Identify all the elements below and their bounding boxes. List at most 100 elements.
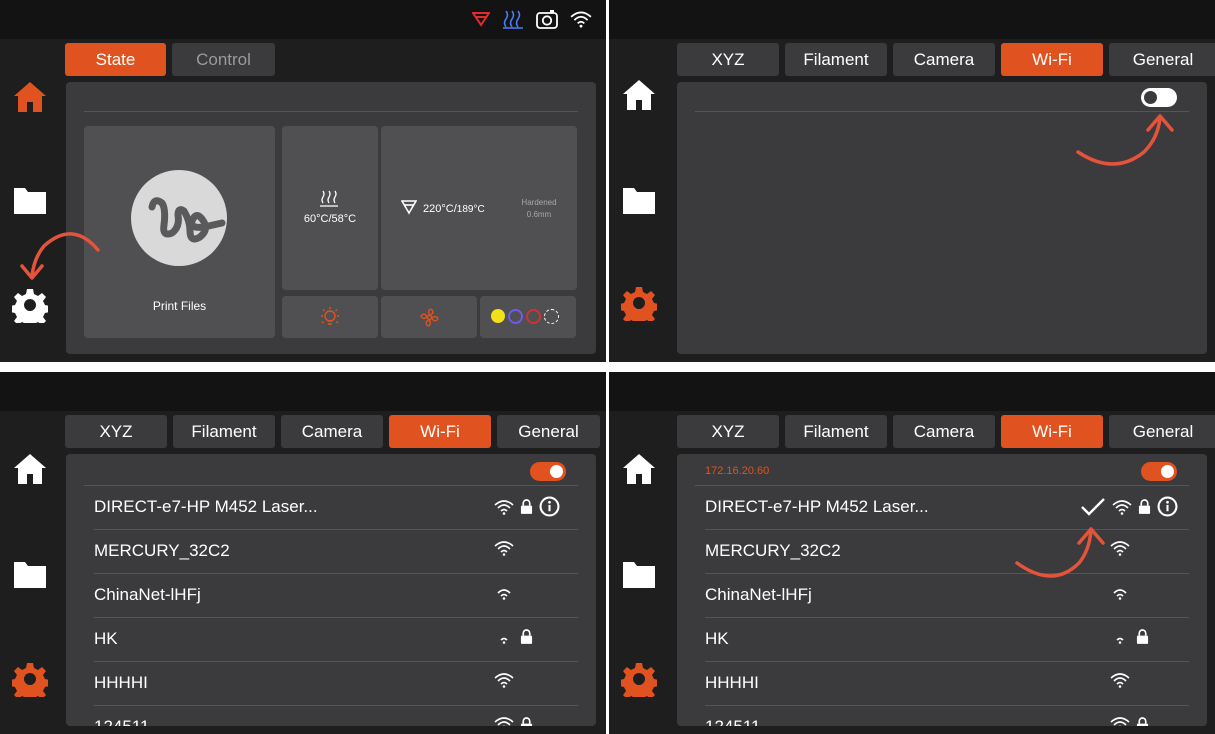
network-name: MERCURY_32C2 [94,541,230,560]
wifi-low-icon [494,628,514,644]
wifi-status-icon [570,10,592,28]
home-nav-icon[interactable] [12,451,48,487]
snapmaker-logo-icon [131,170,227,266]
lock-icon [520,717,533,727]
network-row[interactable]: HK [705,618,1189,662]
tab-general[interactable]: General [1109,415,1215,448]
network-row[interactable]: ChinaNet-lHFj [705,574,1189,618]
folder-nav-icon[interactable] [621,556,657,592]
nozzle-status-icon [472,12,490,27]
folder-nav-icon[interactable] [12,556,48,592]
wifi-full-icon [494,499,514,515]
nozzle-icon [401,200,417,215]
filament-color-2 [508,309,523,324]
lock-icon [1136,629,1149,644]
filament-color-empty [544,309,559,324]
home-nav-icon[interactable] [12,79,48,115]
panel-wifi-connected: XYZ Filament Camera Wi-Fi General 172.16… [609,372,1215,734]
settings-nav-icon[interactable] [621,285,657,321]
tab-general[interactable]: General [1109,43,1215,76]
annotation-arrow [1015,527,1105,578]
nozzle-type-line2: 0.6mm [526,210,552,219]
folder-nav-icon[interactable] [621,182,657,218]
check-icon [1080,497,1106,517]
wifi-full-icon [1110,540,1130,556]
network-row[interactable]: 124511 [94,706,578,726]
network-name: HK [94,629,118,648]
wifi-content: 172.16.20.60 DIRECT-e7-HP M452 Laser... … [677,454,1207,726]
status-bar [609,372,1215,411]
lock-icon [520,629,533,644]
tab-camera[interactable]: Camera [281,415,383,448]
tab-state[interactable]: State [65,43,166,76]
nozzle-type-line1: Hardened [521,198,557,207]
lightbulb-icon [321,307,339,325]
settings-nav-icon[interactable] [12,661,48,697]
wifi-full-icon [1110,672,1130,688]
ip-address: 172.16.20.60 [705,465,770,477]
settings-nav-icon[interactable] [621,661,657,697]
tab-xyz[interactable]: XYZ [677,43,779,76]
tab-general[interactable]: General [497,415,600,448]
network-row[interactable]: 124511 [705,706,1189,726]
home-nav-icon[interactable] [621,77,657,113]
folder-nav-icon[interactable] [12,182,48,218]
tab-camera[interactable]: Camera [893,43,995,76]
nozzle-temp-secondary: 189°C [456,204,485,215]
annotation-arrow [1076,114,1174,166]
panel-wifi-off: XYZ Filament Camera Wi-Fi General [609,0,1215,362]
fan-card[interactable] [381,296,477,338]
heatbed-icon [320,190,338,207]
wifi-toggle[interactable] [1141,462,1177,481]
network-row-connected[interactable]: DIRECT-e7-HP M452 Laser... [705,486,1189,530]
network-name: DIRECT-e7-HP M452 Laser... [94,497,318,516]
tab-xyz[interactable]: XYZ [677,415,779,448]
network-name: HK [705,629,729,648]
divider [84,111,578,112]
filament-color-3 [526,309,541,324]
settings-nav-icon[interactable] [12,287,48,323]
wifi-full-icon [494,672,514,688]
network-row[interactable]: MERCURY_32C2 [705,530,1189,574]
wifi-mid-icon [1110,584,1130,600]
light-toggle-card[interactable] [282,296,378,338]
tab-filament[interactable]: Filament [785,415,887,448]
network-row[interactable]: DIRECT-e7-HP M452 Laser... [94,486,578,530]
network-row[interactable]: HK [94,618,578,662]
lock-icon [1138,499,1151,514]
heatbed-temp-card[interactable]: 60°C/58°C [282,126,378,290]
network-row[interactable]: ChinaNet-lHFj [94,574,578,618]
status-bar [0,372,606,411]
network-row[interactable]: MERCURY_32C2 [94,530,578,574]
filament-colors-card[interactable] [480,296,576,338]
nozzle-temp-main: 220°C/ [423,203,457,215]
info-icon[interactable] [539,496,560,517]
tab-filament[interactable]: Filament [785,43,887,76]
home-nav-icon[interactable] [621,451,657,487]
tab-wifi[interactable]: Wi-Fi [389,415,491,448]
network-name: 124511 [705,717,760,726]
tab-wifi[interactable]: Wi-Fi [1001,415,1103,448]
network-name: HHHHI [705,673,759,692]
heatbed-temp: 60°C/58°C [303,213,357,225]
tab-camera[interactable]: Camera [893,415,995,448]
wifi-full-icon [1112,499,1132,515]
annotation-arrow [20,232,100,280]
network-row[interactable]: HHHHI [94,662,578,706]
print-files-card[interactable]: Print Files [84,126,275,338]
wifi-content: DIRECT-e7-HP M452 Laser... MERCURY_32C2 … [66,454,596,726]
network-name: ChinaNet-lHFj [705,585,812,604]
nozzle-temp-card[interactable]: 220°C/189°C Hardened 0.6mm [381,126,577,290]
tab-wifi[interactable]: Wi-Fi [1001,43,1103,76]
network-row[interactable]: HHHHI [705,662,1189,706]
lock-icon [520,499,533,514]
wifi-toggle[interactable] [530,462,566,481]
tab-filament[interactable]: Filament [173,415,275,448]
tab-control[interactable]: Control [172,43,275,76]
network-name: MERCURY_32C2 [705,541,841,560]
print-files-label: Print Files [152,299,207,313]
panel-wifi-list: XYZ Filament Camera Wi-Fi General DIRECT… [0,372,606,734]
tab-xyz[interactable]: XYZ [65,415,167,448]
network-name: ChinaNet-lHFj [94,585,201,604]
info-icon[interactable] [1157,496,1178,517]
